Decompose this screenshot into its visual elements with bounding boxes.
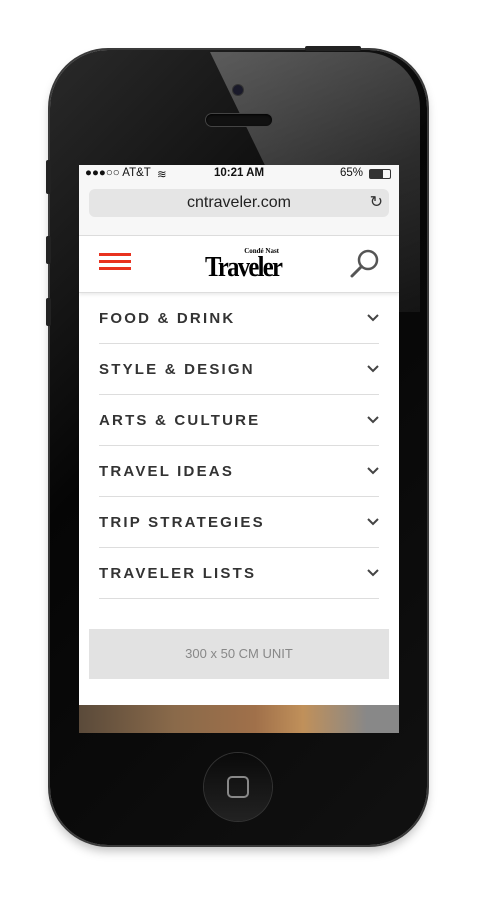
ad-label: 300 x 50 CM UNIT — [185, 646, 293, 661]
status-bar: ●●●○○ AT&T ≋ 10:21 AM 65% — [79, 165, 399, 183]
menu-item-travel-ideas[interactable]: TRAVEL IDEAS — [99, 446, 379, 497]
menu-item-trip-strategies[interactable]: TRIP STRATEGIES — [99, 497, 379, 548]
menu-item-food-drink[interactable]: FOOD & DRINK — [99, 293, 379, 344]
nav-menu: FOOD & DRINK STYLE & DESIGN ARTS & CULTU… — [79, 293, 399, 599]
menu-label: FOOD & DRINK — [99, 309, 236, 327]
traveler-logo[interactable]: Condé Nast Traveler — [199, 248, 283, 283]
chevron-down-icon — [367, 518, 379, 526]
chevron-down-icon — [367, 365, 379, 373]
screen: ●●●○○ AT&T ≋ 10:21 AM 65% cntraveler.com… — [79, 165, 399, 733]
chevron-down-icon — [367, 467, 379, 475]
logo-big: Traveler — [205, 251, 283, 283]
chevron-down-icon — [367, 416, 379, 424]
site-header: Condé Nast Traveler — [79, 236, 399, 293]
menu-label: STYLE & DESIGN — [99, 360, 255, 378]
volume-up-button — [46, 236, 51, 264]
hero-photo[interactable] — [79, 705, 399, 733]
power-button — [305, 46, 361, 51]
carrier-signal: ●●●○○ AT&T — [85, 167, 151, 179]
speaker — [206, 114, 272, 126]
menu-label: TRIP STRATEGIES — [99, 513, 265, 531]
volume-down-button — [46, 298, 51, 326]
browser-bar: cntraveler.com ↻ — [79, 183, 399, 236]
chevron-down-icon — [367, 569, 379, 577]
home-square-icon — [227, 776, 249, 798]
url-field[interactable]: cntraveler.com — [89, 189, 389, 217]
chevron-down-icon — [367, 314, 379, 322]
reload-icon[interactable]: ↻ — [370, 192, 383, 212]
home-button[interactable] — [204, 753, 272, 821]
menu-item-arts-culture[interactable]: ARTS & CULTURE — [99, 395, 379, 446]
wifi-icon: ≋ — [157, 169, 167, 181]
mute-switch — [46, 160, 51, 194]
search-icon[interactable] — [349, 248, 381, 280]
url-text: cntraveler.com — [186, 194, 292, 211]
battery-percent: 65% — [340, 167, 364, 179]
clock: 10:21 AM — [214, 167, 265, 179]
camera — [233, 85, 243, 95]
menu-item-style-design[interactable]: STYLE & DESIGN — [99, 344, 379, 395]
ad-unit[interactable]: 300 x 50 CM UNIT — [89, 629, 389, 679]
menu-label: ARTS & CULTURE — [99, 411, 261, 429]
menu-label: TRAVEL IDEAS — [99, 462, 235, 480]
menu-label: TRAVELER LISTS — [99, 564, 257, 582]
menu-item-traveler-lists[interactable]: TRAVELER LISTS — [99, 548, 379, 599]
battery-icon — [369, 169, 391, 179]
hamburger-menu-icon[interactable] — [99, 253, 131, 270]
